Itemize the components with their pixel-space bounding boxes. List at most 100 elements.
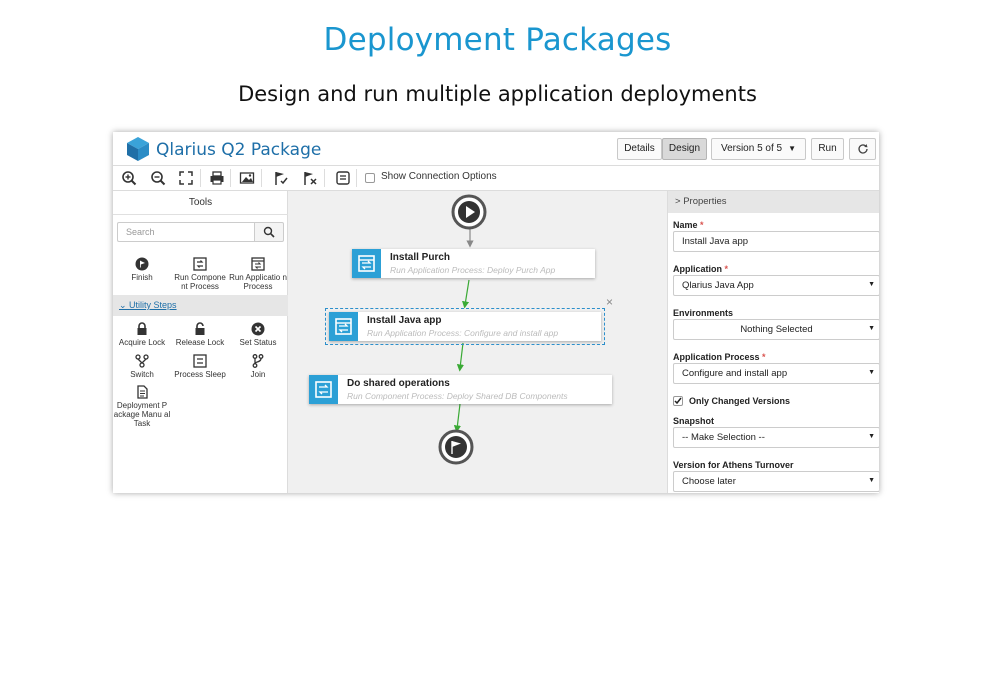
join-icon — [252, 354, 264, 368]
athens-value: Choose later — [682, 476, 736, 487]
start-node-play-icon[interactable] — [451, 194, 487, 230]
version-select[interactable]: Version 5 of 5 ▼ — [711, 138, 806, 160]
flow-node-install-java-app[interactable]: Install Java app Run Application Process… — [325, 308, 605, 345]
design-button[interactable]: Design — [662, 138, 707, 160]
tool-acquire-lock[interactable]: Acquire Lock — [113, 322, 171, 347]
tool-release-lock[interactable]: Release Lock — [171, 322, 229, 347]
fit-to-screen-icon[interactable] — [178, 170, 194, 186]
tool-label: Switch — [130, 370, 154, 379]
finish-flag-icon — [135, 257, 149, 271]
toolbar-divider — [261, 169, 262, 187]
run-button[interactable]: Run — [811, 138, 844, 160]
tools-search-button[interactable] — [254, 222, 284, 242]
tool-set-status[interactable]: Set Status — [229, 322, 287, 347]
checkmark-icon — [674, 397, 682, 405]
flag-remove-icon[interactable] — [302, 170, 318, 186]
tool-switch[interactable]: Switch — [113, 354, 171, 379]
tools-divider — [113, 214, 288, 215]
flow-node-install-purch[interactable]: Install Purch Run Application Process: D… — [352, 249, 595, 278]
application-process-label: Application Process * — [673, 352, 766, 362]
tool-label: Set Status — [239, 338, 277, 347]
design-canvas[interactable]: Install Purch Run Application Process: D… — [288, 191, 667, 493]
node-title: Install Java app — [367, 315, 442, 326]
tools-panel: Tools Search Finish Run Compone nt Proce… — [113, 191, 288, 493]
process-value: Configure and install app — [682, 368, 788, 379]
zoom-in-icon[interactable] — [121, 170, 137, 186]
app-window: Qlarius Q2 Package Details Design Versio… — [113, 132, 879, 493]
only-changed-versions-checkbox[interactable] — [673, 396, 683, 406]
tool-label: Acquire Lock — [118, 338, 166, 347]
process-step-icon — [329, 312, 358, 341]
tools-search-input[interactable]: Search — [117, 222, 254, 242]
tool-label: Run Compone nt Process — [174, 273, 226, 291]
application-value: Qlarius Java App — [682, 280, 754, 291]
application-process-select[interactable]: Configure and install app ▼ — [673, 363, 879, 384]
document-icon — [137, 385, 148, 399]
environments-label: Environments — [673, 308, 734, 318]
tool-finish[interactable]: Finish — [113, 257, 171, 282]
environments-value: Nothing Selected — [740, 324, 813, 335]
environments-select[interactable]: Nothing Selected ▼ — [673, 319, 879, 340]
caret-down-icon: ▼ — [868, 369, 875, 376]
toolbar-divider — [356, 169, 357, 187]
process-step-icon — [352, 249, 381, 278]
tool-label: Process Sleep — [174, 370, 226, 379]
print-icon[interactable] — [209, 170, 225, 186]
flow-connections — [453, 229, 474, 433]
node-subtitle: Run Component Process: Deploy Shared DB … — [347, 391, 568, 401]
tool-label: Run Applicatio n Process — [229, 273, 287, 291]
slide-subtitle: Design and run multiple application depl… — [238, 82, 757, 106]
tool-run-application-process[interactable]: Run Applicatio n Process — [229, 257, 287, 291]
show-connection-label: Show Connection Options — [381, 171, 497, 182]
lock-icon — [137, 322, 147, 335]
chevron-down-icon: ⌄ — [119, 300, 130, 310]
tool-label: Release Lock — [175, 338, 225, 347]
zoom-out-icon[interactable] — [150, 170, 166, 186]
utility-steps-label: Utility Steps — [129, 300, 177, 310]
tools-title: Tools — [188, 197, 213, 208]
tool-label: Finish — [131, 273, 153, 282]
toolbar-divider — [230, 169, 231, 187]
tool-manual-task[interactable]: Deployment P ackage Manu al Task — [113, 385, 171, 428]
flag-check-icon[interactable] — [273, 170, 289, 186]
name-input[interactable]: Install Java app — [673, 231, 879, 252]
image-export-icon[interactable] — [239, 170, 255, 186]
show-connection-checkbox[interactable] — [365, 173, 375, 183]
chevron-right-icon: > — [675, 196, 684, 207]
utility-steps-section[interactable]: ⌄ Utility Steps — [113, 295, 288, 316]
tool-run-component-process[interactable]: Run Compone nt Process — [171, 257, 229, 291]
snapshot-label: Snapshot — [673, 416, 715, 426]
toolbar-divider — [200, 169, 201, 187]
sleep-icon — [193, 354, 207, 368]
tool-process-sleep[interactable]: Process Sleep — [171, 354, 229, 379]
caret-down-icon: ▼ — [868, 477, 875, 484]
refresh-icon — [857, 144, 868, 154]
snapshot-value: -- Make Selection -- — [682, 432, 765, 443]
version-label: Version 5 of 5 — [720, 143, 783, 154]
caret-down-icon: ▼ — [868, 325, 875, 332]
close-icon[interactable]: × — [606, 295, 613, 309]
tool-join[interactable]: Join — [229, 354, 287, 379]
properties-panel: > Properties Name * Install Java app App… — [667, 191, 879, 493]
slide-title: Deployment Packages — [323, 22, 672, 58]
app-header: Qlarius Q2 Package Details Design Versio… — [113, 132, 879, 166]
note-icon[interactable] — [335, 170, 351, 186]
snapshot-select[interactable]: -- Make Selection -- ▼ — [673, 427, 879, 448]
component-step-icon — [309, 375, 338, 404]
application-select[interactable]: Qlarius Java App ▼ — [673, 275, 879, 296]
app-title: Qlarius Q2 Package — [156, 140, 322, 160]
toolbar-divider — [324, 169, 325, 187]
application-label: Application * — [673, 264, 729, 274]
name-label: Name * — [673, 220, 704, 230]
flow-node-do-shared-operations[interactable]: Do shared operations Run Component Proce… — [309, 375, 612, 404]
athens-version-select[interactable]: Choose later ▼ — [673, 471, 879, 492]
refresh-button[interactable] — [849, 138, 876, 160]
finish-node-flag-icon[interactable] — [438, 429, 474, 465]
properties-title: Properties — [683, 196, 727, 207]
properties-header[interactable]: > Properties — [668, 191, 879, 213]
node-subtitle: Run Application Process: Deploy Purch Ap… — [390, 265, 556, 275]
switch-icon — [135, 354, 149, 368]
details-button[interactable]: Details — [617, 138, 662, 160]
design-toolbar: Show Connection Options — [113, 166, 879, 191]
node-subtitle: Run Application Process: Configure and i… — [367, 328, 559, 338]
